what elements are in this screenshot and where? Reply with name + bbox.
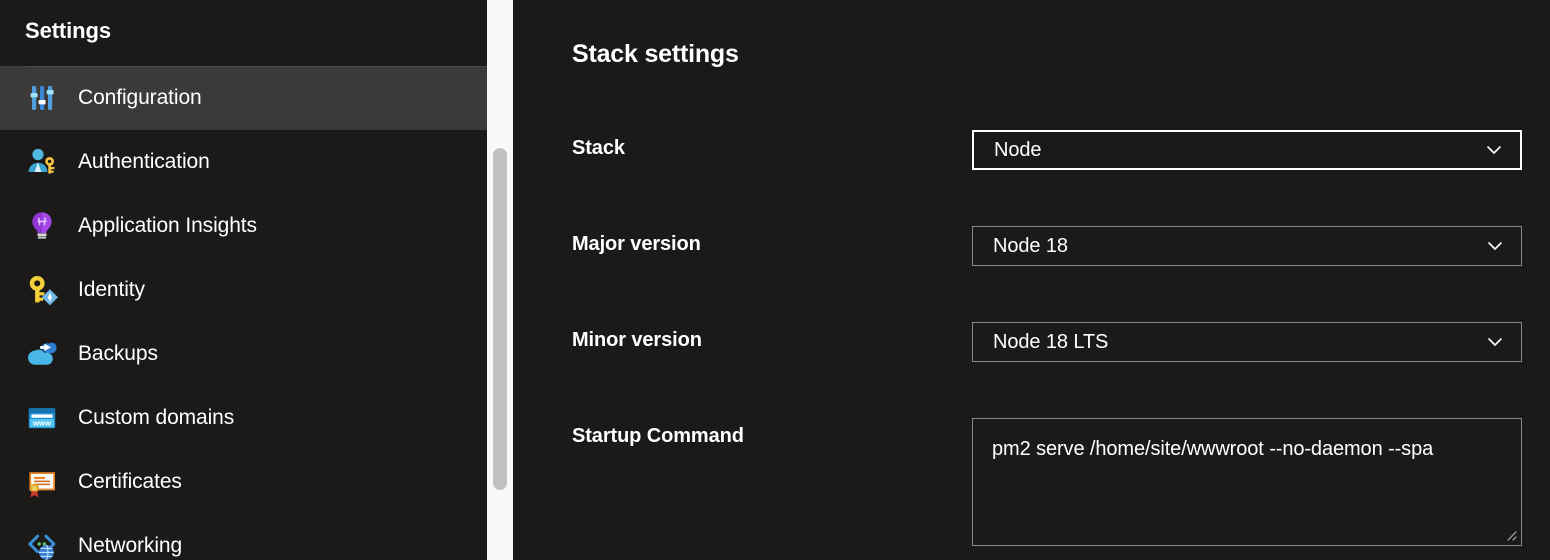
settings-page: Settings Configuration Authentication Ap… [0, 0, 1550, 560]
key-icon [25, 273, 59, 307]
sidebar-item-configuration[interactable]: Configuration [0, 66, 487, 130]
sidebar-nav-list: Configuration Authentication Application… [0, 66, 487, 560]
label-minor-version: Minor version [572, 329, 702, 352]
dropdown-minor-version[interactable]: Node 18 LTS [972, 322, 1522, 362]
sidebar-item-certificates[interactable]: Certificates [0, 450, 487, 514]
main-content: Stack settings Stack Node Major version Nod… [513, 0, 1550, 560]
sidebar-scrollbar-thumb[interactable] [493, 148, 507, 490]
page-title: Stack settings [572, 40, 739, 69]
cloud-backup-icon [25, 337, 59, 371]
dropdown-major-version[interactable]: Node 18 [972, 226, 1522, 266]
sidebar-item-backups[interactable]: Backups [0, 322, 487, 386]
label-major-version: Major version [572, 233, 701, 256]
sidebar-item-label: Authentication [78, 150, 210, 174]
sidebar-item-label: Configuration [78, 86, 202, 110]
chevron-down-icon[interactable] [1487, 334, 1503, 350]
dropdown-value-minor-version: Node 18 LTS [973, 331, 1108, 354]
chevron-down-icon[interactable] [1486, 142, 1502, 158]
dropdown-stack[interactable]: Node [972, 130, 1522, 170]
sidebar-scrollbar-track[interactable] [487, 0, 513, 560]
lightbulb-icon [25, 209, 59, 243]
label-startup-command: Startup Command [572, 425, 744, 448]
textarea-startup-command[interactable]: pm2 serve /home/site/wwwroot --no-daemon… [972, 418, 1522, 546]
sidebar-item-custom-domains[interactable]: www Custom domains [0, 386, 487, 450]
resize-grip-icon[interactable] [1502, 526, 1518, 542]
sliders-icon [25, 81, 59, 115]
sidebar-title: Settings [25, 18, 111, 44]
textarea-value-startup-command: pm2 serve /home/site/wwwroot --no-daemon… [992, 433, 1502, 466]
sidebar-item-label: Identity [78, 278, 145, 302]
certificate-icon [25, 465, 59, 499]
settings-sidebar: Settings Configuration Authentication Ap… [0, 0, 487, 560]
sidebar-item-label: Networking [78, 534, 182, 558]
user-key-icon [25, 145, 59, 179]
svg-text:www: www [32, 419, 51, 428]
sidebar-item-identity[interactable]: Identity [0, 258, 487, 322]
sidebar-item-label: Custom domains [78, 406, 234, 430]
sidebar-item-authentication[interactable]: Authentication [0, 130, 487, 194]
sidebar-item-label: Certificates [78, 470, 182, 494]
sidebar-item-label: Application Insights [78, 214, 257, 238]
chevron-down-icon[interactable] [1487, 238, 1503, 254]
label-stack: Stack [572, 137, 625, 160]
network-globe-icon [25, 529, 59, 560]
sidebar-item-label: Backups [78, 342, 158, 366]
dropdown-value-major-version: Node 18 [973, 235, 1068, 258]
sidebar-item-networking[interactable]: Networking [0, 514, 487, 560]
www-browser-icon: www [25, 401, 59, 435]
sidebar-item-application-insights[interactable]: Application Insights [0, 194, 487, 258]
dropdown-value-stack: Node [974, 139, 1041, 162]
